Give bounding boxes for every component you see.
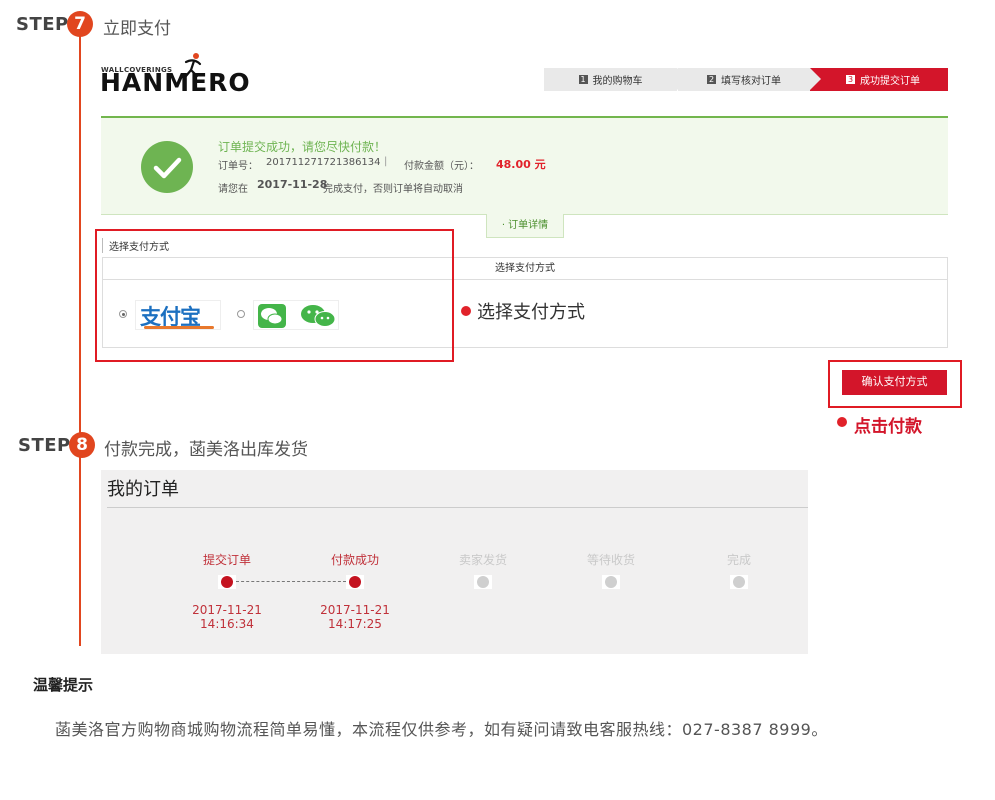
progress-step-number: 1 — [578, 75, 588, 84]
separator: | — [384, 156, 388, 167]
annotation-bullet — [461, 306, 471, 316]
order-step-date: 2017-11-21 — [192, 603, 262, 617]
deadline-suffix: 完成支付，否则订单将自动取消 — [323, 184, 463, 195]
step8-number: 8 — [69, 432, 95, 458]
deadline-date: 2017-11-28 — [257, 178, 328, 191]
chevron-right-icon — [810, 68, 821, 90]
step7-label: STEP — [16, 14, 69, 35]
brand-logo[interactable]: HANMERO — [100, 68, 251, 97]
progress-connector — [236, 581, 346, 582]
my-orders-title: 我的订单 — [107, 479, 179, 500]
tips-title: 温馨提示 — [33, 676, 94, 694]
order-step-marker — [730, 575, 748, 589]
step8-label: STEP — [18, 435, 71, 456]
amount-value: 48.00 元 — [496, 158, 546, 171]
order-step-time: 14:17:25 — [328, 617, 382, 631]
order-step-time: 14:16:34 — [200, 617, 254, 631]
order-step-marker — [602, 575, 620, 589]
order-step-label: 卖家发货 — [458, 553, 507, 567]
success-check-icon — [141, 141, 193, 193]
progress-step-label: 填写核对订单 — [721, 76, 781, 87]
logo-figure-icon — [184, 53, 202, 78]
success-headline: 订单提交成功，请您尽快付款！ — [218, 140, 387, 154]
step7-number: 7 — [67, 11, 93, 37]
progress-step-number: 3 — [846, 75, 855, 84]
deadline-prefix: 请您在 — [218, 184, 248, 195]
divider — [107, 507, 808, 508]
order-step-date: 2017-11-21 — [320, 603, 390, 617]
order-step-label: 提交订单 — [202, 553, 251, 567]
order-details-tab[interactable]: · 订单详情 — [486, 214, 564, 238]
order-number-label: 订单号： — [218, 161, 258, 172]
checkout-progress: 1 我的购物车 2 填写核对订单 3 成功提交订单 — [544, 68, 948, 91]
order-step-label: 完成 — [726, 553, 751, 567]
confirm-annotation: 点击付款 — [854, 417, 922, 437]
payment-annotation: 选择支付方式 — [477, 302, 585, 323]
order-number: 201711271721386134 — [266, 157, 381, 168]
payment-highlight-frame — [95, 229, 454, 362]
progress-step-number: 2 — [707, 75, 716, 84]
progress-step-submitted: 3 成功提交订单 — [810, 68, 948, 91]
order-step-label: 等待收货 — [586, 553, 635, 567]
order-step-marker — [346, 575, 364, 589]
progress-step-label: 我的购物车 — [592, 76, 643, 87]
timeline-line — [79, 32, 81, 646]
order-step-marker — [218, 575, 236, 589]
tips-text: 菡美洛官方购物商城购物流程简单易懂，本流程仅供参考，如有疑问请致电客服热线：02… — [55, 720, 828, 739]
order-step-label: 付款成功 — [330, 553, 379, 567]
chevron-right-icon — [677, 68, 688, 90]
progress-step-review: 2 填写核对订单 — [677, 68, 821, 91]
annotation-bullet — [837, 417, 847, 427]
confirm-payment-button[interactable]: 确认支付方式 — [842, 370, 947, 395]
order-step-marker — [474, 575, 492, 589]
progress-step-cart: 1 我的购物车 — [544, 68, 688, 91]
step7-title: 立即支付 — [103, 19, 171, 39]
step8-title: 付款完成，菡美洛出库发货 — [104, 440, 308, 460]
amount-label: 付款金额（元）： — [404, 161, 479, 172]
progress-step-label: 成功提交订单 — [860, 76, 920, 87]
